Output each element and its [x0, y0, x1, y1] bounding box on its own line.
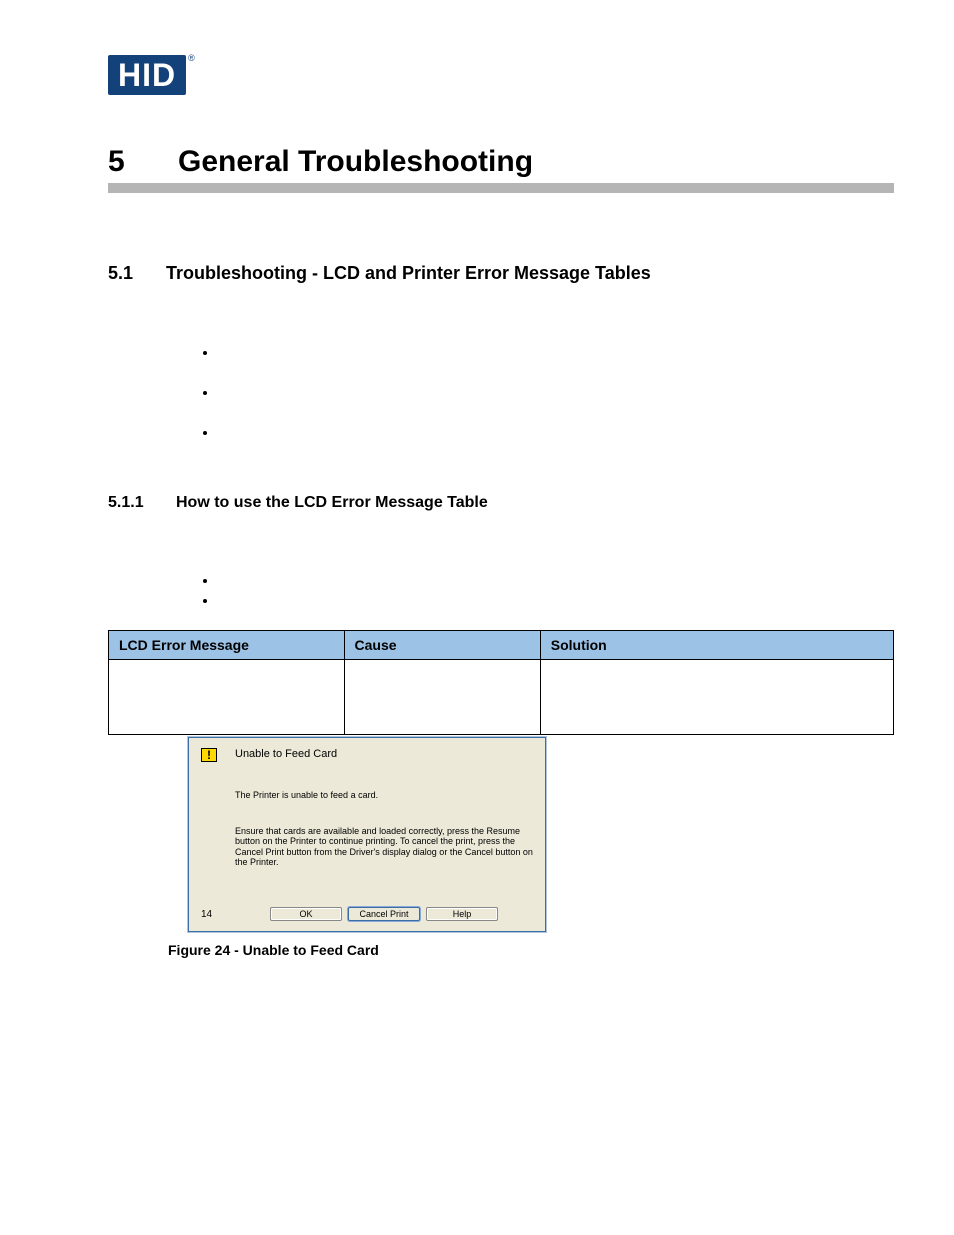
bullet-item	[218, 424, 894, 464]
chapter-number: 5	[108, 145, 178, 179]
dialog-help-text: Ensure that cards are available and load…	[235, 826, 533, 867]
section-bullets	[198, 344, 894, 464]
error-message-table: LCD Error Message Cause Solution	[108, 630, 894, 735]
subsection-bullets	[198, 572, 894, 612]
logo-text: HID	[108, 55, 186, 95]
dialog-message: The Printer is unable to feed a card.	[235, 790, 533, 800]
warning-icon: !	[201, 748, 217, 762]
chapter-title: General Troubleshooting	[178, 145, 533, 179]
subsection-heading: 5.1.1 How to use the LCD Error Message T…	[108, 494, 894, 512]
dialog-title: Unable to Feed Card	[235, 748, 337, 760]
cancel-print-button[interactable]: Cancel Print	[348, 907, 420, 921]
help-button[interactable]: Help	[426, 907, 498, 921]
divider	[108, 183, 894, 193]
bullet-item	[218, 384, 894, 424]
logo-registered: ®	[188, 53, 195, 63]
subsection-title: How to use the LCD Error Message Table	[176, 494, 488, 512]
figure-caption: Figure 24 - Unable to Feed Card	[168, 942, 894, 958]
table-cell	[109, 660, 345, 735]
table-header-cause: Cause	[344, 631, 540, 660]
subsection-number: 5.1.1	[108, 494, 176, 512]
dialog-count: 14	[201, 909, 235, 920]
table-header-message: LCD Error Message	[109, 631, 345, 660]
table-cell	[540, 660, 893, 735]
bullet-item	[218, 592, 894, 612]
section-number: 5.1	[108, 263, 166, 284]
bullet-item	[218, 344, 894, 384]
chapter-heading: 5 General Troubleshooting	[108, 145, 894, 179]
brand-logo: HID®	[108, 55, 894, 95]
ok-button[interactable]: OK	[270, 907, 342, 921]
table-cell	[344, 660, 540, 735]
section-title: Troubleshooting - LCD and Printer Error …	[166, 263, 651, 284]
section-heading: 5.1 Troubleshooting - LCD and Printer Er…	[108, 263, 894, 284]
table-header-solution: Solution	[540, 631, 893, 660]
bullet-item	[218, 572, 894, 592]
error-dialog: ! Unable to Feed Card The Printer is una…	[188, 737, 546, 932]
table-row	[109, 660, 894, 735]
